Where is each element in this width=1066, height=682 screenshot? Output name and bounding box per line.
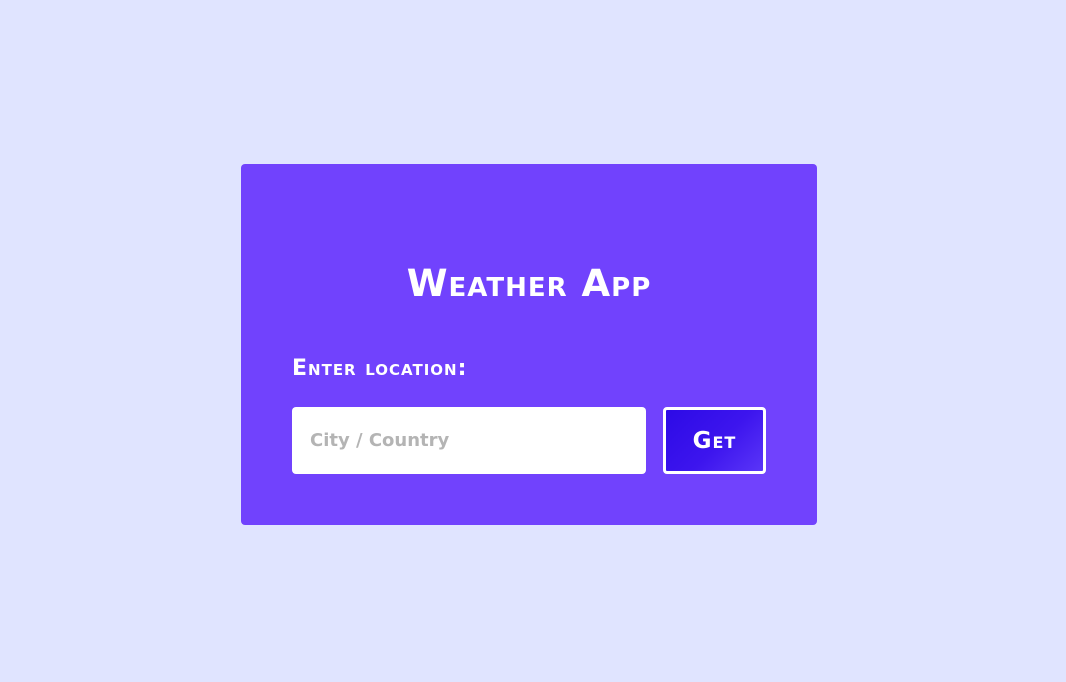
weather-card: Weather App Enter location: Get — [241, 164, 817, 525]
location-label: Enter location: — [292, 356, 468, 381]
get-button[interactable]: Get — [663, 407, 766, 474]
location-input[interactable] — [292, 407, 646, 474]
app-title: Weather App — [406, 262, 652, 305]
